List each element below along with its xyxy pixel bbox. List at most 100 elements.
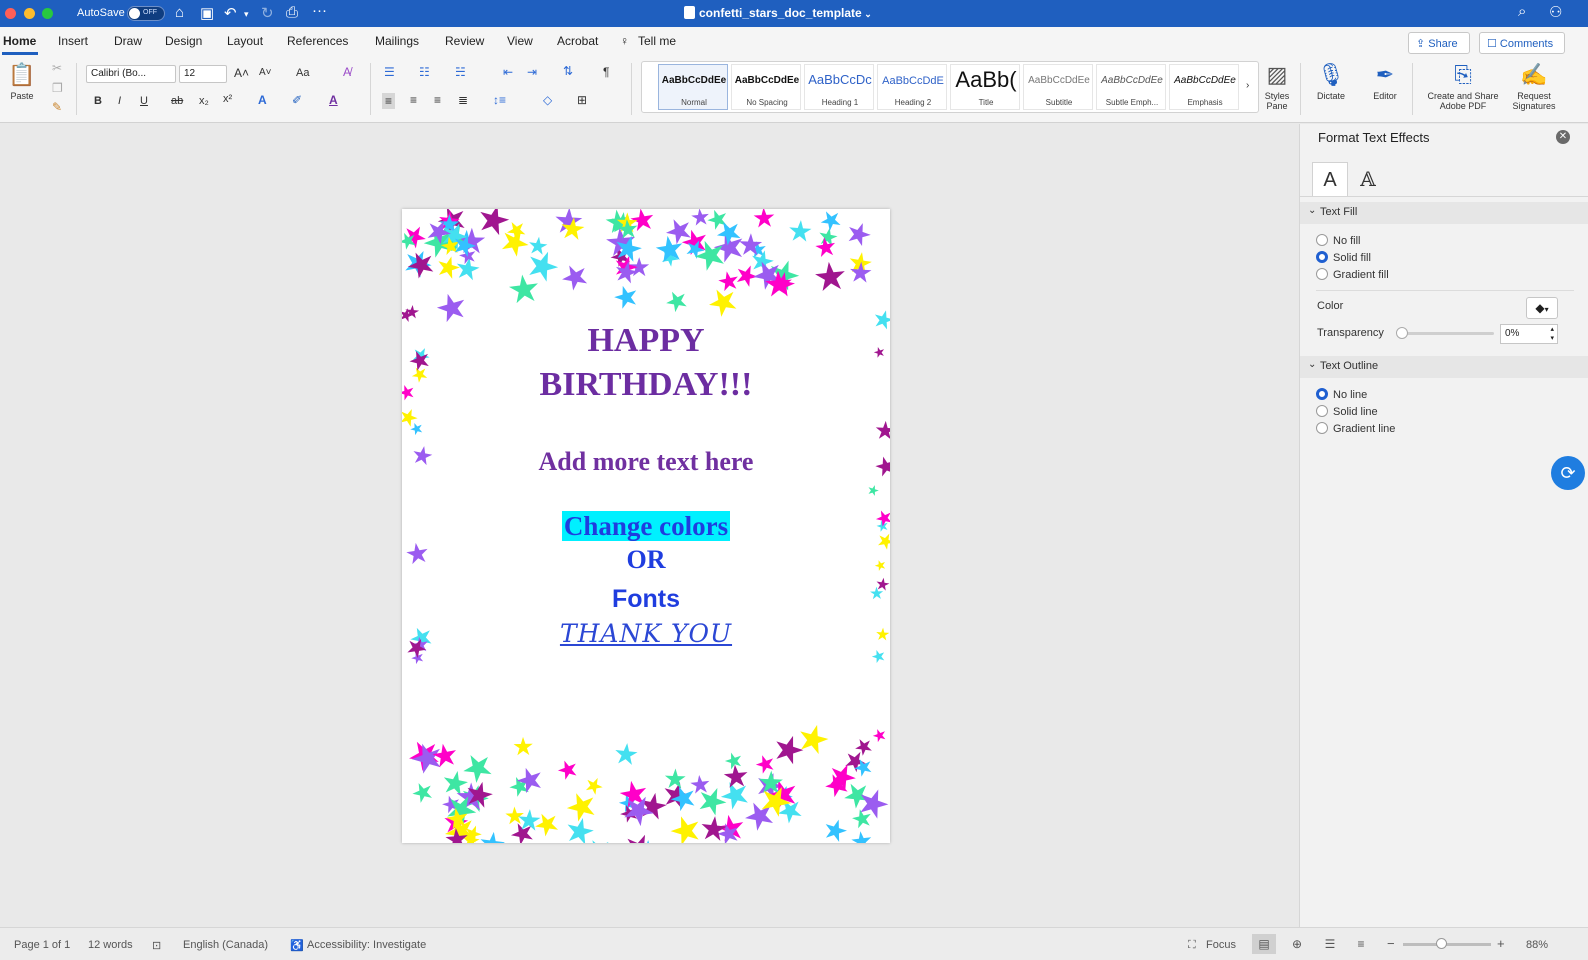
- zoom-level[interactable]: 88%: [1526, 939, 1548, 951]
- tab-review[interactable]: Review: [445, 34, 484, 48]
- tab-design[interactable]: Design: [165, 34, 202, 48]
- paste-button[interactable]: 📋 Paste: [4, 59, 40, 101]
- page-count[interactable]: Page 1 of 1: [14, 939, 70, 951]
- borders-icon[interactable]: ⊞: [577, 93, 587, 107]
- transparency-slider-thumb[interactable]: [1396, 327, 1408, 339]
- subscript-icon[interactable]: x₂: [199, 95, 209, 107]
- tab-home[interactable]: Home: [3, 34, 36, 48]
- web-layout-view-icon[interactable]: ⊕: [1285, 934, 1309, 954]
- grow-font-icon[interactable]: A˄: [234, 66, 249, 80]
- style-heading-1[interactable]: AaBbCcDc Heading 1: [804, 64, 874, 110]
- fill-color-picker[interactable]: ◆▾: [1526, 297, 1558, 319]
- close-pane-icon[interactable]: ✕: [1556, 130, 1570, 144]
- language-indicator[interactable]: English (Canada): [183, 939, 268, 951]
- transparency-slider-track[interactable]: [1400, 332, 1494, 335]
- account-icon[interactable]: ⚇: [1549, 3, 1562, 21]
- transparency-input[interactable]: 0% ▴ ▾: [1500, 324, 1558, 344]
- accessibility-status[interactable]: Accessibility: Investigate: [307, 939, 426, 951]
- style-normal[interactable]: AaBbCcDdEe Normal: [658, 64, 728, 110]
- tab-acrobat[interactable]: Acrobat: [557, 34, 598, 48]
- comments-button[interactable]: ☐ Comments: [1479, 32, 1565, 54]
- style-subtitle[interactable]: AaBbCcDdEe Subtitle: [1023, 64, 1093, 110]
- gallery-next-icon[interactable]: ›: [1246, 80, 1249, 91]
- share-button[interactable]: ⇪ Share: [1408, 32, 1470, 54]
- highlight-color-icon[interactable]: ✐: [292, 93, 302, 107]
- tab-insert[interactable]: Insert: [58, 34, 88, 48]
- print-layout-view-icon[interactable]: ▤: [1252, 934, 1276, 954]
- clear-formatting-icon[interactable]: A̸: [343, 65, 351, 79]
- font-size-field[interactable]: 12: [179, 65, 227, 83]
- or-text[interactable]: OR: [402, 545, 890, 575]
- font-color-icon[interactable]: A: [329, 93, 338, 107]
- decrease-indent-icon[interactable]: ⇤: [503, 65, 513, 79]
- dictate-button[interactable]: 🎙 Dictate: [1310, 59, 1352, 101]
- font-name-field[interactable]: Calibri (Bo...: [86, 65, 176, 83]
- show-formatting-icon[interactable]: ¶: [603, 65, 609, 79]
- justify-icon[interactable]: ≣: [458, 93, 468, 107]
- strikethrough-icon[interactable]: ab: [171, 95, 183, 107]
- redo-icon[interactable]: ↻: [261, 4, 274, 22]
- tab-draw[interactable]: Draw: [114, 34, 142, 48]
- align-left-icon[interactable]: ≡: [382, 93, 396, 109]
- create-adobe-pdf-button[interactable]: ⎘ Create and Share Adobe PDF: [1418, 59, 1508, 111]
- heading-happy-birthday[interactable]: HAPPY BIRTHDAY!!!: [402, 319, 890, 407]
- minimize-window-button[interactable]: [24, 8, 35, 19]
- zoom-slider-thumb[interactable]: [1436, 938, 1447, 949]
- text-fill-section-header[interactable]: ⌄ Text Fill: [1300, 202, 1588, 224]
- tab-view[interactable]: View: [507, 34, 533, 48]
- radio-gradient-fill[interactable]: Gradient fill: [1316, 268, 1389, 281]
- style-no-spacing[interactable]: AaBbCcDdEe No Spacing: [731, 64, 801, 110]
- align-right-icon[interactable]: ≡: [434, 93, 441, 107]
- proofing-icon[interactable]: ⊡: [152, 939, 161, 952]
- title-chevron-icon[interactable]: ⌄: [862, 9, 872, 19]
- radio-solid-fill[interactable]: Solid fill: [1316, 251, 1371, 264]
- multilevel-list-icon[interactable]: ☵: [455, 65, 466, 79]
- style-emphasis[interactable]: AaBbCcDdEe Emphasis: [1169, 64, 1239, 110]
- tab-mailings[interactable]: Mailings: [375, 34, 419, 48]
- shrink-font-icon[interactable]: A˅: [259, 67, 272, 78]
- cut-icon[interactable]: ✂: [52, 61, 62, 75]
- text-outline-section-header[interactable]: ⌄ Text Outline: [1300, 356, 1588, 378]
- undo-icon[interactable]: ↶: [224, 4, 237, 22]
- more-icon[interactable]: ···: [312, 2, 327, 19]
- change-colors-line[interactable]: Change colors: [402, 511, 890, 542]
- bold-icon[interactable]: B: [94, 95, 102, 107]
- zoom-window-button[interactable]: [42, 8, 53, 19]
- style-heading-2[interactable]: AaBbCcDdE Heading 2: [877, 64, 947, 110]
- document-page[interactable]: ★ ★ ★ ★ ★ ★ ★ ★ ★ ★ ★ ★ ★ ★ ★ ★ ★ ★ ★ ★ ★ ★ ★ ★ ★ ★ ★ ★ ★ ★ ★ ★ ★ ★ ★ ★ ★ ★ ★ ★…: [402, 209, 890, 843]
- search-icon[interactable]: ⌕: [1518, 3, 1526, 20]
- sort-icon[interactable]: ⇅: [563, 64, 573, 78]
- tab-references[interactable]: References: [287, 34, 348, 48]
- line-spacing-icon[interactable]: ↕≡: [493, 93, 506, 107]
- close-window-button[interactable]: [5, 8, 16, 19]
- radio-no-fill[interactable]: No fill: [1316, 234, 1361, 247]
- autosave-toggle[interactable]: OFF: [127, 6, 165, 21]
- focus-mode-button[interactable]: Focus: [1206, 939, 1236, 951]
- radio-solid-line[interactable]: Solid line: [1316, 405, 1378, 418]
- undo-dropdown-icon[interactable]: ▾: [244, 9, 249, 20]
- superscript-icon[interactable]: x²: [223, 93, 232, 105]
- change-case-button[interactable]: Aa: [296, 67, 309, 79]
- floating-assistant-icon[interactable]: ⟳: [1551, 456, 1585, 490]
- save-icon[interactable]: ▣: [200, 4, 214, 22]
- zoom-in-icon[interactable]: +: [1497, 936, 1505, 951]
- word-count[interactable]: 12 words: [88, 939, 133, 951]
- underline-icon[interactable]: U: [140, 95, 148, 107]
- stepper-icon[interactable]: ▴ ▾: [1550, 325, 1554, 343]
- shading-icon[interactable]: ◇: [543, 93, 552, 107]
- radio-gradient-line[interactable]: Gradient line: [1316, 422, 1395, 435]
- print-icon[interactable]: ⎙: [286, 4, 298, 21]
- copy-icon[interactable]: ❐: [52, 81, 63, 95]
- home-icon[interactable]: ⌂: [175, 4, 184, 21]
- numbering-icon[interactable]: ☷: [419, 65, 430, 79]
- align-center-icon[interactable]: ≡: [410, 93, 417, 107]
- outline-view-icon[interactable]: ☰: [1318, 934, 1342, 954]
- tab-layout[interactable]: Layout: [227, 34, 263, 48]
- zoom-slider-track[interactable]: [1403, 943, 1491, 946]
- format-painter-icon[interactable]: ✎: [52, 100, 62, 114]
- editor-button[interactable]: ✒ Editor: [1364, 59, 1406, 101]
- style-subtle-emphasis[interactable]: AaBbCcDdEe Subtle Emph...: [1096, 64, 1166, 110]
- radio-no-line[interactable]: No line: [1316, 388, 1367, 401]
- request-signatures-button[interactable]: ✍ Request Signatures: [1508, 59, 1560, 111]
- body-placeholder-text[interactable]: Add more text here: [402, 447, 890, 477]
